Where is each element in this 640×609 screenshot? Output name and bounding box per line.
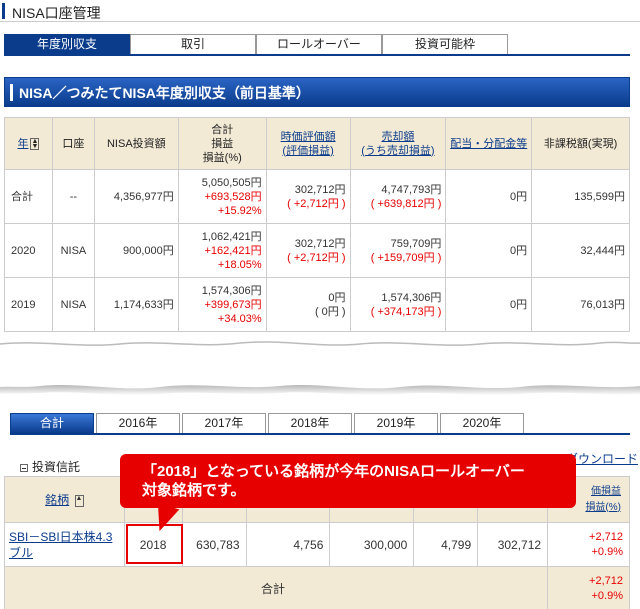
tab-investable-limit[interactable]: 投資可能枠 bbox=[382, 34, 508, 54]
tab-2018[interactable]: 2018年 bbox=[268, 413, 352, 433]
tab-2020[interactable]: 2020年 bbox=[440, 413, 524, 433]
page-title-bar: NISA口座管理 bbox=[0, 0, 640, 22]
total-row: 合計 +2,712 +0.9% bbox=[3, 566, 630, 609]
col-sell[interactable]: 売却額 (うち売却損益) bbox=[349, 117, 447, 170]
col-dividend[interactable]: 配当・分配金等 bbox=[445, 117, 533, 170]
callout-line-1: 「2018」となっている銘柄が今年のNISAロールオーバー bbox=[142, 463, 525, 480]
col-total: 合計 損益 損益(%) bbox=[177, 117, 267, 170]
table-row: 2019 NISA 1,174,633円 1,574,306円 +399,673円… bbox=[4, 277, 630, 332]
table-header-row: 年 ▲ ▼ 口座 NISA投資額 合計 損益 損益(%) 時価評価額 (評価損益) 売却額… bbox=[4, 117, 630, 170]
callout-line-2: 対象銘柄です。 bbox=[142, 482, 246, 499]
title-accent-bar bbox=[2, 3, 5, 19]
tab-total[interactable]: 合計 bbox=[10, 413, 94, 433]
download-link[interactable]: ダウンロード bbox=[566, 450, 638, 467]
col-invest: NISA投資額 bbox=[93, 117, 179, 170]
table-row: 2020 NISA 900,000円 1,062,421円 +162,421円 +1… bbox=[4, 223, 630, 278]
investment-trust-heading[interactable]: 投資信託 bbox=[20, 458, 80, 475]
section-accent-bar bbox=[10, 84, 13, 101]
section-title: NISA／つみたてNISA年度別収支（前日基準） bbox=[19, 85, 310, 101]
sort-icon[interactable]: ▲ ▼ bbox=[30, 137, 40, 150]
col-eval[interactable]: 時価評価額 (評価損益) bbox=[265, 117, 351, 170]
tab-annual-balance[interactable]: 年度別収支 bbox=[4, 34, 130, 54]
col-year[interactable]: 年 ▲ ▼ bbox=[4, 117, 53, 170]
col-account: 口座 bbox=[51, 117, 95, 170]
table-row: SBI－SBI日本株4.3ブル 2018 630,783 4,756 300,0… bbox=[4, 522, 630, 567]
callout-annotation: 「2018」となっている銘柄が今年のNISAロールオーバー 対象銘柄です。 bbox=[120, 454, 576, 508]
investment-trust-label: 投資信託 bbox=[32, 460, 81, 474]
table-row: 合計 -- 4,356,977円 5,050,505円 +693,528円 +15.… bbox=[4, 169, 630, 224]
top-tab-bar: 年度別収支 取引 ロールオーバー 投資可能枠 bbox=[4, 34, 630, 56]
tab-trades[interactable]: 取引 bbox=[130, 34, 256, 54]
torn-edge-divider bbox=[0, 341, 640, 396]
page-title: NISA口座管理 bbox=[12, 5, 101, 21]
fund-name-link[interactable]: SBI－SBI日本株4.3ブル bbox=[4, 522, 125, 567]
tab-2016[interactable]: 2016年 bbox=[96, 413, 180, 433]
year-tab-bar: 合計 2016年 2017年 2018年 2019年 2020年 bbox=[10, 413, 630, 435]
col-tax: 非課税額(実現) bbox=[531, 117, 630, 170]
tab-2019[interactable]: 2019年 bbox=[354, 413, 438, 433]
section-header-annual: NISA／つみたてNISA年度別収支（前日基準） bbox=[4, 77, 630, 107]
tab-2017[interactable]: 2017年 bbox=[182, 413, 266, 433]
tab-rollover[interactable]: ロールオーバー bbox=[256, 34, 382, 54]
annual-balance-table: 年 ▲ ▼ 口座 NISA投資額 合計 損益 損益(%) 時価評価額 (評価損益) 売却額… bbox=[4, 117, 630, 332]
total-label: 合計 bbox=[3, 566, 549, 609]
col-name[interactable]: 銘柄 ▲ bbox=[4, 476, 125, 523]
collapse-icon[interactable] bbox=[20, 463, 28, 472]
sort-icon[interactable]: ▲ bbox=[74, 494, 84, 507]
